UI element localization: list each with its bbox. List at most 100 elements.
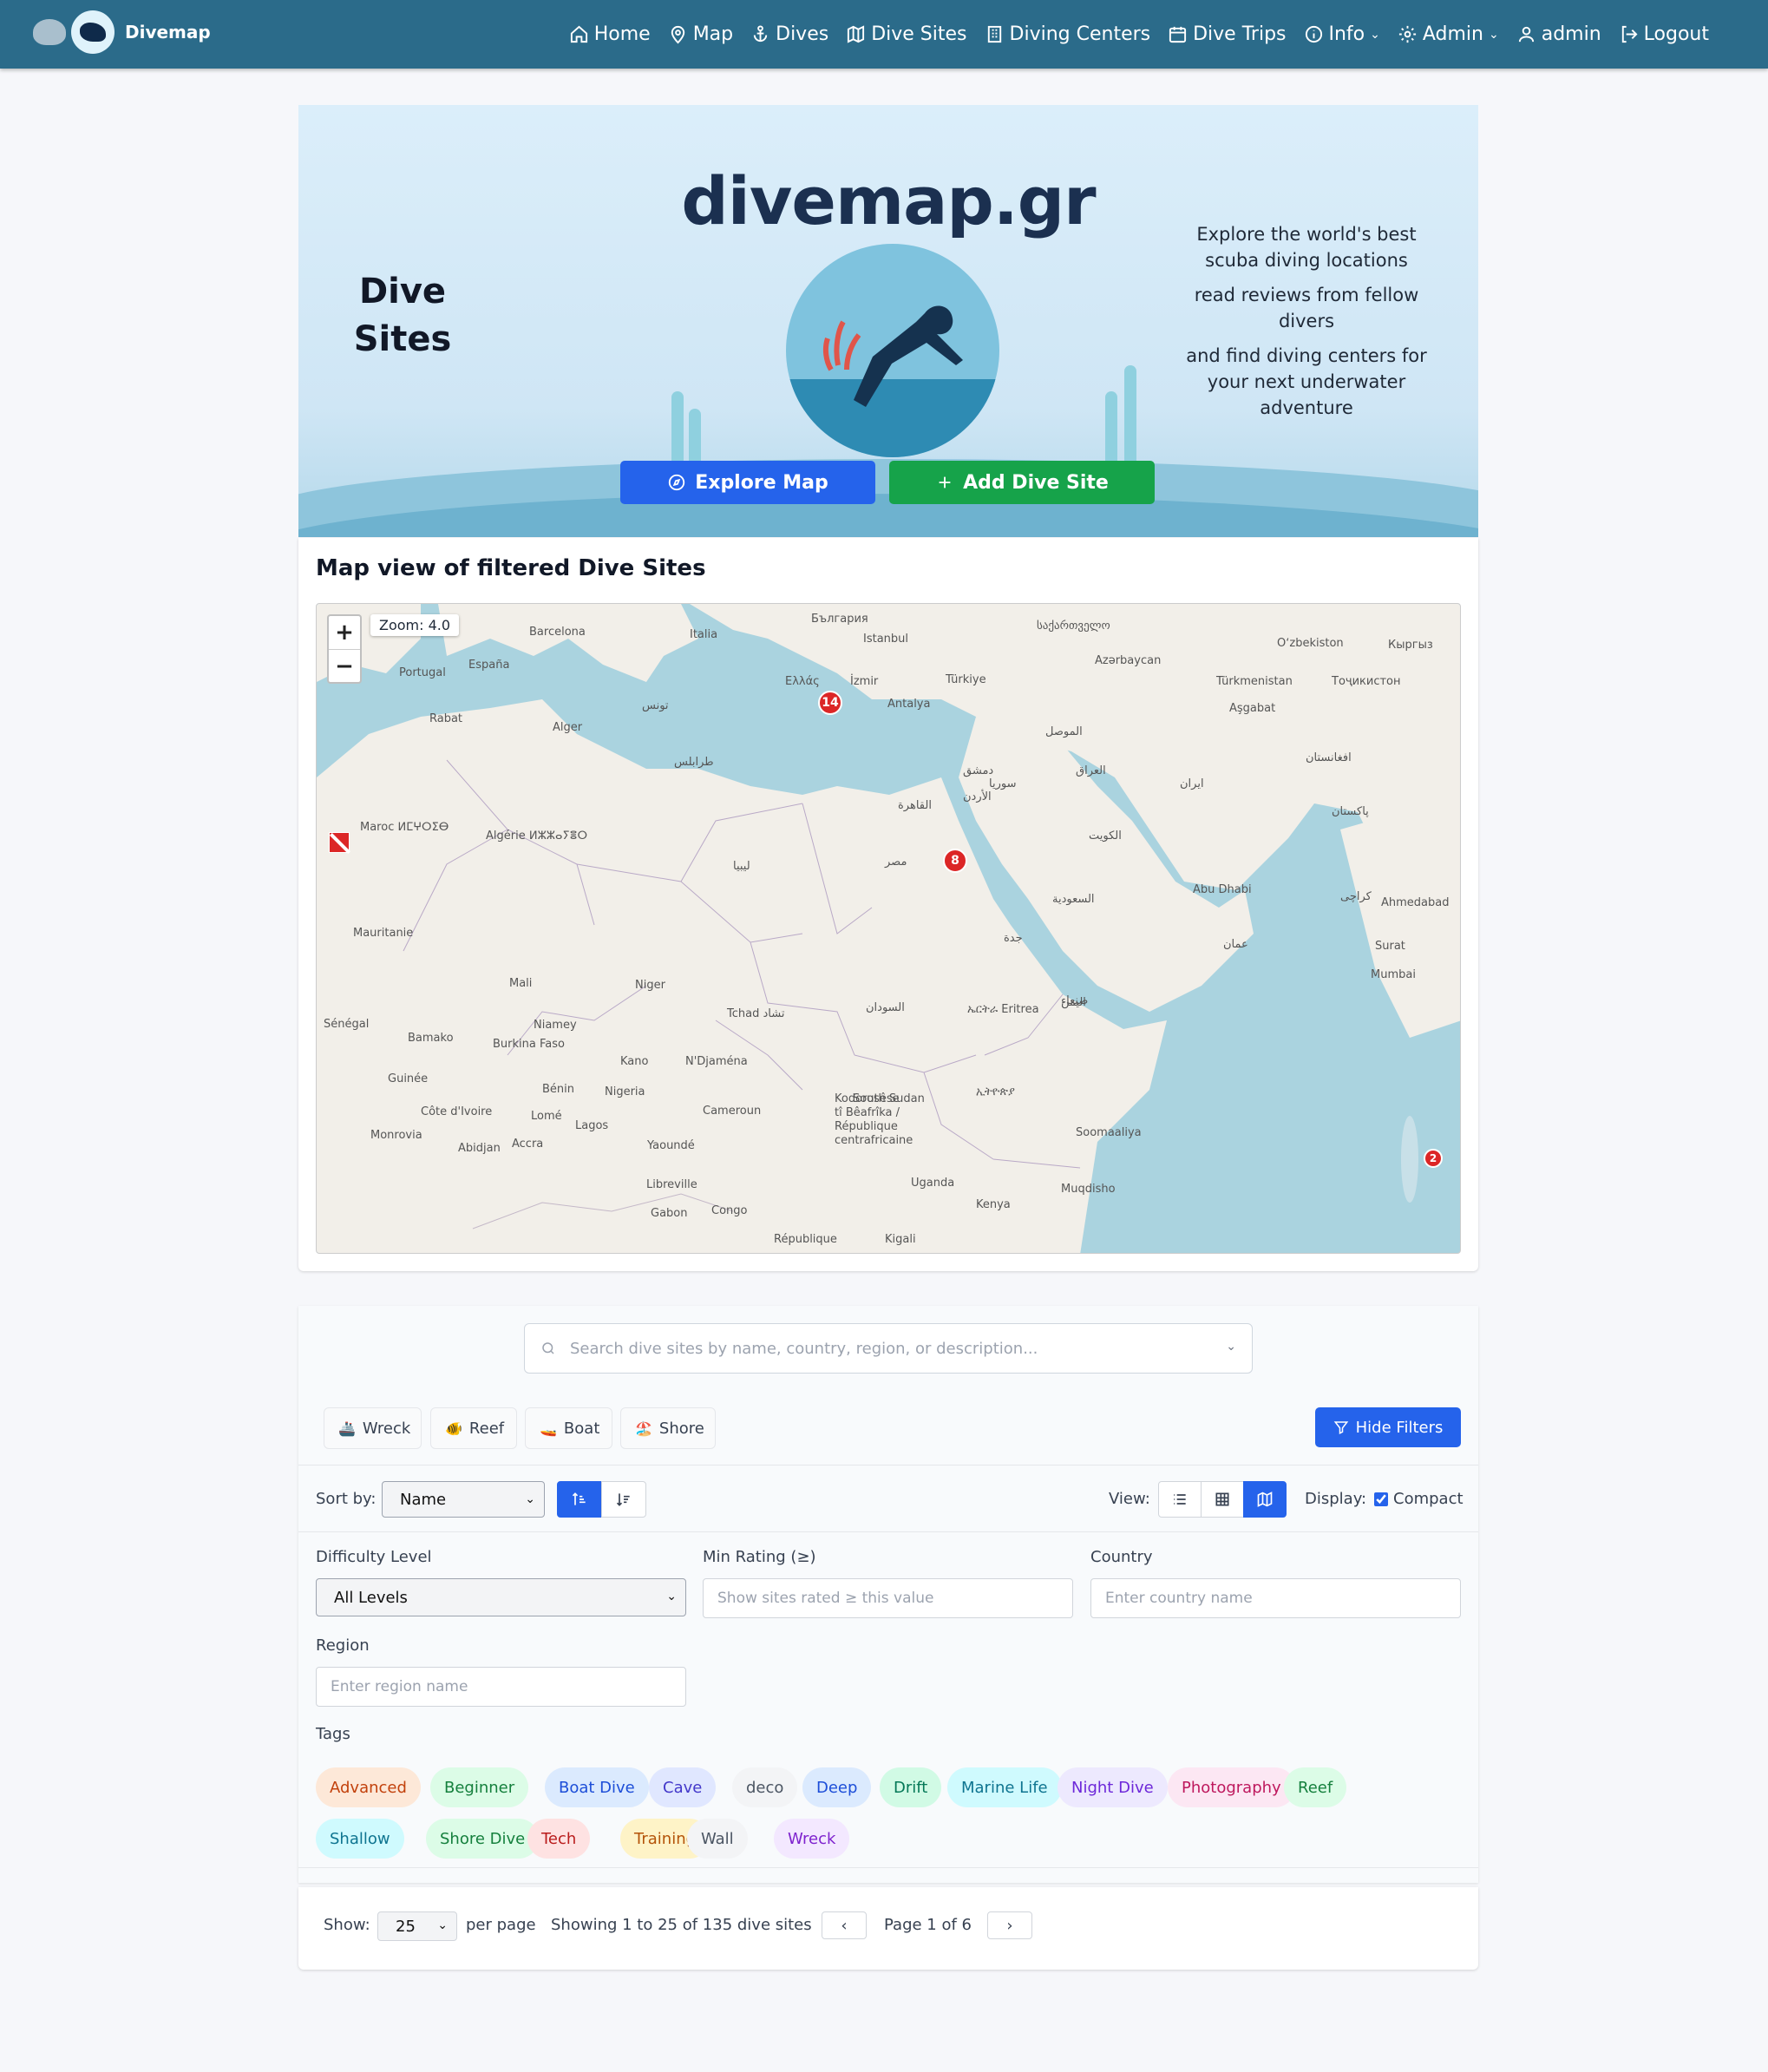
add-dive-site-button[interactable]: Add Dive Site (889, 461, 1155, 504)
map-place-label: Libreville (646, 1178, 697, 1191)
search-input[interactable]: Search dive sites by name, country, regi… (524, 1323, 1253, 1374)
tag-chip[interactable]: Deep (802, 1767, 872, 1807)
boat-icon: 🚤 (540, 1420, 557, 1437)
tag-chip[interactable]: Reef (1284, 1767, 1347, 1807)
divemap-logo-icon (71, 10, 115, 54)
nav-admin[interactable]: Admin ⌄ (1398, 23, 1499, 45)
tag-chip[interactable]: Tech (527, 1819, 591, 1859)
next-page-button[interactable]: › (987, 1911, 1032, 1939)
chevron-left-icon: ‹ (841, 1916, 848, 1935)
map-place-label: Oʻzbekiston (1277, 637, 1344, 650)
view-label: View: (1109, 1490, 1150, 1508)
map-place-label: الأردن (963, 790, 992, 803)
map-place-label: Yaoundé (647, 1139, 695, 1152)
nav-user[interactable]: admin (1516, 23, 1601, 45)
zoom-out-button[interactable]: − (329, 649, 360, 682)
quick-filter-shore[interactable]: 🏖️ Shore (620, 1407, 716, 1449)
map-place-label: Тоҷикистон (1332, 675, 1401, 688)
tag-chip[interactable]: Wall (687, 1819, 748, 1859)
list-icon (1174, 1494, 1186, 1505)
hide-filters-button[interactable]: Hide Filters (1315, 1407, 1461, 1447)
prev-page-button[interactable]: ‹ (822, 1911, 867, 1939)
per-page-select[interactable]: 25 ⌄ (377, 1911, 457, 1941)
region-label: Region (316, 1636, 370, 1655)
results-summary: Showing 1 to 25 of 135 dive sites (551, 1916, 812, 1934)
nav-dives[interactable]: Dives (750, 23, 828, 45)
difficulty-label: Difficulty Level (316, 1548, 432, 1566)
sort-value: Name (400, 1490, 447, 1509)
fish-icon: 🐠 (445, 1420, 462, 1437)
view-list-button[interactable] (1158, 1481, 1202, 1518)
cluster-marker[interactable]: 2 (1424, 1149, 1443, 1168)
tag-chip[interactable]: Marine Life (947, 1767, 1062, 1807)
brand-link[interactable]: Divemap (33, 10, 211, 54)
map-place-label: N'Djaména (685, 1055, 748, 1068)
compact-checkbox[interactable] (1374, 1492, 1388, 1506)
info-icon (1305, 25, 1322, 43)
top-navbar: Divemap Home Map Dives Dive Sites Diving… (0, 0, 1768, 69)
map-place-label: ኤርትራ Eritrea (967, 1003, 1039, 1016)
map-place-label: Kano (620, 1055, 649, 1068)
min-rating-input[interactable]: Show sites rated ≥ this value (703, 1578, 1073, 1618)
dive-sites-map[interactable]: + − Zoom: 4.0 14 8 2 Barcelona Italia Бъ… (316, 603, 1461, 1254)
tag-chip[interactable]: Night Dive (1058, 1767, 1168, 1807)
sort-select[interactable]: Name ⌄ (382, 1481, 545, 1518)
tag-chip[interactable]: Shallow (316, 1819, 404, 1859)
dive-flag-marker-icon[interactable] (329, 832, 350, 853)
map-place-label: Mali (509, 977, 533, 990)
view-map-button[interactable] (1243, 1481, 1287, 1518)
hero-desc-line: read reviews from fellow divers (1194, 285, 1419, 331)
nav-dive-trips[interactable]: Dive Trips (1168, 23, 1287, 45)
map-place-label: Portugal (399, 666, 446, 679)
map-place-label: عمان (1223, 938, 1248, 951)
country-input[interactable]: Enter country name (1090, 1578, 1461, 1618)
zoom-in-button[interactable]: + (329, 616, 360, 649)
tag-chip[interactable]: Beginner (430, 1767, 529, 1807)
sort-ascending-button[interactable] (557, 1481, 602, 1518)
nav-dive-sites[interactable]: Dive Sites (846, 23, 967, 45)
map-place-label: Ελλάς (785, 675, 820, 688)
tag-chip[interactable]: deco (732, 1767, 798, 1807)
tag-chip[interactable]: Wreck (774, 1819, 850, 1859)
nav-logout-label: Logout (1643, 23, 1709, 45)
explore-map-button[interactable]: Explore Map (620, 461, 875, 504)
nav-info[interactable]: Info ⌄ (1304, 23, 1380, 45)
map-place-label: ایران (1180, 777, 1204, 790)
nav-logout[interactable]: Logout (1619, 23, 1709, 45)
user-icon (1518, 26, 1534, 43)
cluster-marker[interactable]: 14 (818, 691, 842, 715)
nav-map[interactable]: Map (668, 23, 733, 45)
show-label: Show: (324, 1916, 370, 1934)
map-place-label: مصر (885, 856, 907, 869)
tag-chip[interactable]: Shore Dive (426, 1819, 540, 1859)
hero-description: Explore the world's best scuba diving lo… (1185, 221, 1428, 429)
map-place-label: Tchad تشاد (727, 1007, 785, 1020)
quick-filter-boat[interactable]: 🚤 Boat (525, 1407, 612, 1449)
display-label: Display: (1305, 1490, 1367, 1508)
tag-chip[interactable]: Cave (649, 1767, 717, 1807)
quick-filter-wreck[interactable]: 🚢 Wreck (324, 1407, 422, 1449)
difficulty-select[interactable]: All Levels ⌄ (316, 1578, 686, 1616)
tag-chip[interactable]: Drift (880, 1767, 942, 1807)
view-grid-button[interactable] (1201, 1481, 1244, 1518)
tag-chip[interactable]: Boat Dive (545, 1767, 649, 1807)
tag-chip[interactable]: Advanced (316, 1767, 421, 1807)
min-rating-label: Min Rating (≥) (703, 1548, 816, 1566)
quick-filter-reef[interactable]: 🐠 Reef (430, 1407, 517, 1449)
grid-icon (1215, 1492, 1229, 1506)
per-page-value: 25 (396, 1917, 416, 1936)
zoom-level-indicator: Zoom: 4.0 (370, 614, 460, 636)
sort-ascending-icon (572, 1492, 586, 1505)
map-place-label: Kenya (976, 1198, 1011, 1211)
nav-diving-centers[interactable]: Diving Centers (985, 23, 1150, 45)
tag-chip[interactable]: Photography (1168, 1767, 1295, 1807)
country-label: Country (1090, 1548, 1153, 1566)
nav-home[interactable]: Home (569, 23, 651, 45)
filters-panel: Search dive sites by name, country, regi… (298, 1306, 1478, 1883)
sort-descending-button[interactable] (601, 1481, 646, 1518)
region-input[interactable]: Enter region name (316, 1667, 686, 1707)
region-placeholder: Enter region name (331, 1678, 468, 1695)
map-place-label: Niger (635, 979, 665, 992)
map-place-label: Burkina Faso (493, 1038, 565, 1051)
cluster-marker[interactable]: 8 (943, 849, 967, 873)
